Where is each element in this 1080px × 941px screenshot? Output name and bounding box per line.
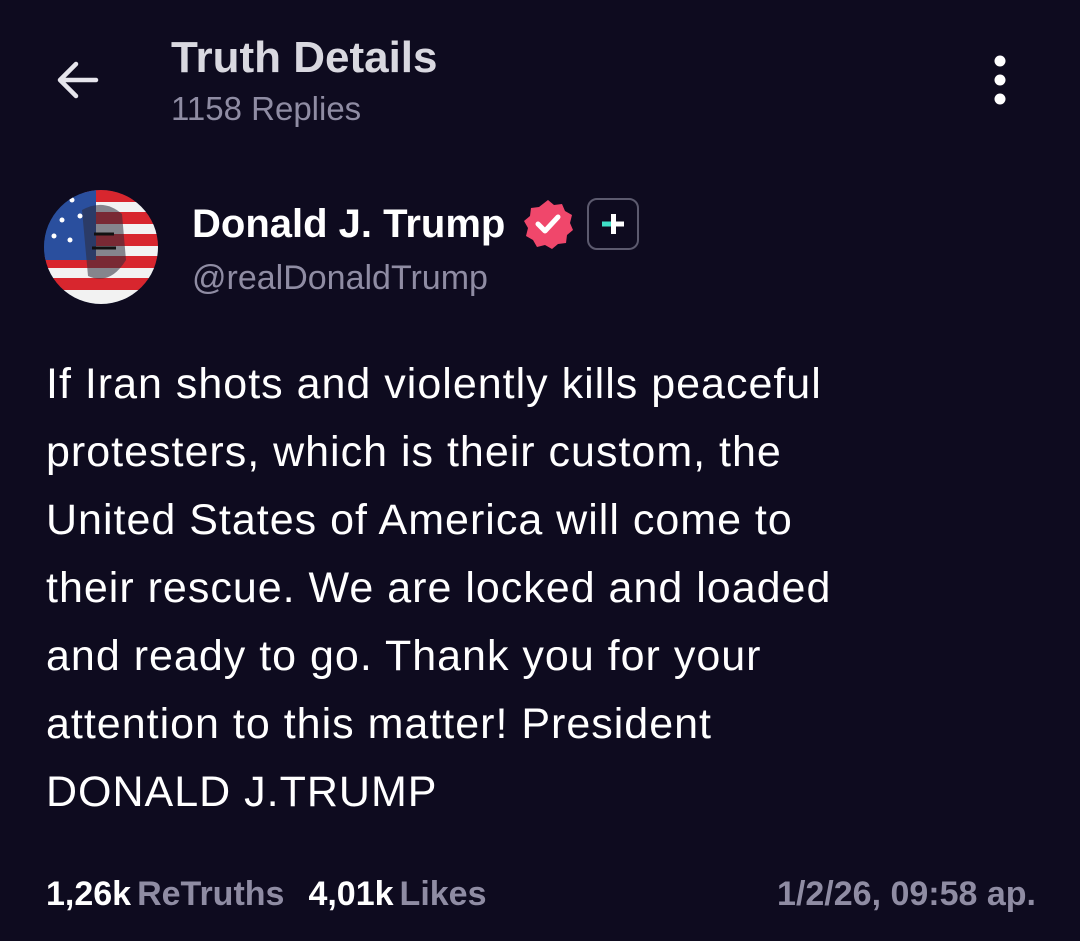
page-title: Truth Details — [171, 33, 438, 82]
retruths-count: 1,26k — [46, 874, 132, 913]
replies-count: 1158 Replies — [171, 90, 362, 127]
likes-label: Likes — [399, 874, 487, 913]
author-handle[interactable]: @realDonaldTrump — [192, 256, 488, 300]
kebab-menu-icon — [994, 55, 1006, 105]
retruths-stat[interactable]: 1,26k ReTruths — [46, 875, 284, 914]
arrow-left-icon — [57, 61, 99, 99]
plus-badge-icon — [602, 214, 625, 234]
avatar-image — [44, 190, 158, 304]
post-timestamp: 1/2/26, 09:58 ap. — [777, 874, 1036, 913]
name-row: Donald J. Trump — [192, 196, 640, 252]
more-options-button[interactable] — [975, 50, 1025, 110]
top-bar: Truth Details 1158 Replies — [0, 0, 1080, 150]
post-author: Donald J. Trump @realDonaldTrump — [44, 190, 1044, 310]
back-button[interactable] — [48, 50, 108, 110]
post-text: If Iran shots and violently kills peacef… — [46, 360, 832, 816]
verified-badge-icon — [524, 200, 574, 249]
likes-count: 4,01k — [308, 874, 394, 913]
author-name[interactable]: Donald J. Trump — [192, 202, 505, 247]
avatar[interactable] — [44, 190, 158, 304]
retruths-label: ReTruths — [137, 874, 285, 913]
post-stats: 1,26k ReTruths 4,01k Likes 1/2/26, 09:58… — [46, 866, 1036, 922]
likes-stat[interactable]: 4,01k Likes — [308, 875, 486, 914]
plus-badge[interactable] — [587, 198, 640, 250]
title-block: Truth Details 1158 Replies — [171, 30, 438, 132]
